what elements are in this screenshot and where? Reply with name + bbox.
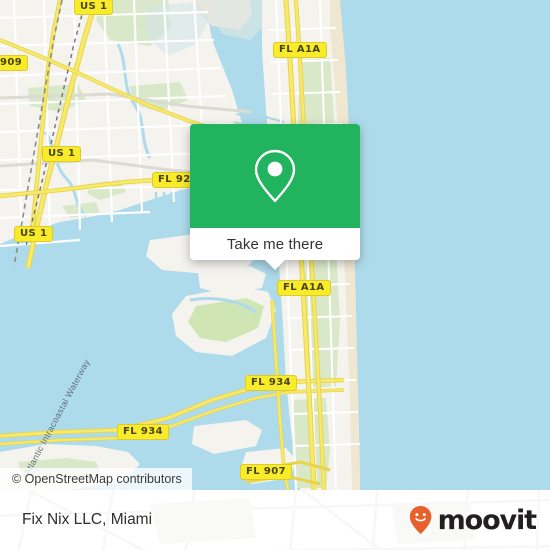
road-shield: 909 (0, 55, 29, 71)
osm-attribution[interactable]: © OpenStreetMap contributors (0, 468, 192, 490)
place-title: Fix Nix LLC, Miami (22, 511, 153, 528)
road-shield: US 1 (14, 226, 54, 242)
popup-footer[interactable]: Take me there (190, 228, 360, 270)
moovit-map-screenshot: US 1 909 FL A1A US 1 FL 922 US 1 FL A1A … (0, 0, 550, 550)
map-canvas[interactable]: US 1 909 FL A1A US 1 FL 922 US 1 FL A1A … (0, 0, 550, 490)
road-shield: US 1 (42, 146, 82, 162)
location-popup-card[interactable]: Take me there (190, 124, 360, 270)
popup-pointer (264, 259, 286, 270)
popup-header (190, 124, 360, 228)
road-shield: FL 934 (245, 375, 297, 391)
moovit-brand[interactable]: moovit (406, 504, 538, 536)
map-pin-icon (254, 149, 296, 203)
road-shield: US 1 (74, 0, 114, 15)
moovit-wordmark: moovit (437, 504, 538, 536)
take-me-there-button[interactable]: Take me there (227, 236, 323, 253)
road-shield: FL A1A (273, 42, 327, 58)
footer-bar: Fix Nix LLC, Miami moovit (0, 490, 550, 550)
road-shield: FL 907 (240, 464, 292, 480)
road-shield: FL 934 (117, 424, 169, 440)
moovit-smiley-pin-icon (409, 506, 431, 534)
road-shield: FL A1A (277, 280, 331, 296)
